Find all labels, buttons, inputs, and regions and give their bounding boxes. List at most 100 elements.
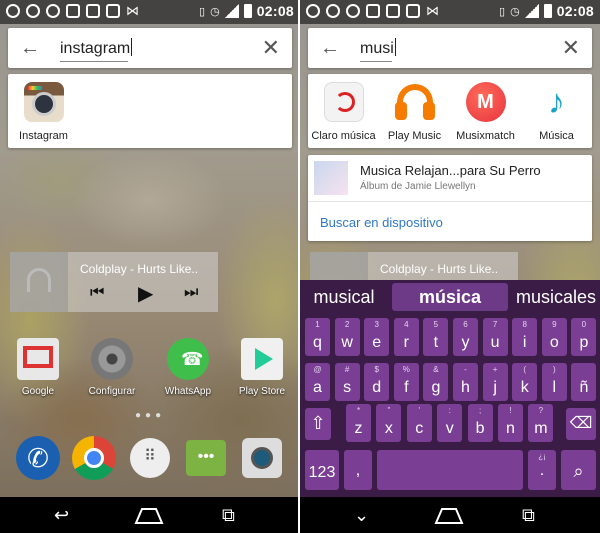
- search-input[interactable]: musi: [360, 38, 396, 58]
- result-app-claro-musica[interactable]: Claro música: [308, 82, 379, 142]
- backspace-key[interactable]: ⌫: [566, 408, 596, 440]
- home-app-whatsapp[interactable]: ☎ WhatsApp: [158, 338, 218, 397]
- search-box[interactable]: ← instagram ✕: [8, 28, 292, 68]
- album-art: [10, 252, 68, 312]
- period-key[interactable]: ¿¡ .: [528, 450, 556, 490]
- sync-icon: [6, 4, 20, 18]
- key-z[interactable]: * z: [346, 404, 371, 442]
- symbols-key[interactable]: 123: [305, 450, 339, 490]
- spacebar-key[interactable]: [377, 450, 523, 490]
- key-x[interactable]: " x: [376, 404, 402, 442]
- album-result[interactable]: Musica Relajan...para Su Perro Álbum de …: [308, 155, 592, 199]
- key-h[interactable]: -h: [453, 363, 478, 401]
- search-box[interactable]: ← musi ✕: [308, 28, 592, 68]
- status-bar: ⋈ ▯ ◷ 02:08: [0, 0, 300, 24]
- key-hint: 2: [344, 320, 350, 329]
- key-q[interactable]: 1q: [305, 318, 330, 356]
- camera-icon[interactable]: [240, 436, 284, 480]
- key-label: f: [404, 379, 409, 396]
- key-y[interactable]: 6y: [453, 318, 478, 356]
- back-arrow-icon[interactable]: ←: [320, 38, 340, 58]
- album-subtitle: Álbum de Jamie Llewellyn: [360, 181, 476, 192]
- key-n[interactable]: ! n: [498, 404, 523, 442]
- play-icon[interactable]: ▶: [138, 281, 153, 306]
- search-input[interactable]: instagram: [60, 38, 133, 58]
- clear-icon[interactable]: ✕: [262, 37, 280, 59]
- key-u[interactable]: 7u: [482, 318, 508, 356]
- previous-track-icon[interactable]: ⏮: [90, 284, 104, 302]
- suggestion-1[interactable]: musical: [300, 283, 388, 311]
- next-track-icon[interactable]: ⏭: [184, 284, 198, 302]
- app-results: Claro música Play Music M Musixmatch ♪ M…: [308, 74, 592, 148]
- home-app-configurar[interactable]: Configurar: [82, 338, 142, 397]
- key-hint: $: [374, 365, 379, 374]
- key-l[interactable]: ) l: [541, 363, 567, 401]
- key-i[interactable]: 8i: [512, 318, 538, 356]
- music-widget[interactable]: Coldplay - Hurts Like..: [310, 252, 518, 280]
- key-p[interactable]: 0p: [571, 318, 597, 356]
- clear-icon[interactable]: ✕: [562, 37, 580, 59]
- result-app-play-music[interactable]: Play Music: [379, 82, 450, 142]
- alarm-icon: ◷: [510, 5, 520, 18]
- album-art: [310, 252, 368, 280]
- home-app-play-store[interactable]: Play Store: [232, 338, 292, 397]
- key-label: a: [313, 379, 322, 396]
- battery-icon: [243, 4, 252, 18]
- result-app-musixmatch[interactable]: M Musixmatch: [450, 82, 521, 142]
- recents-icon[interactable]: ⧉: [222, 505, 235, 526]
- shift-key[interactable]: ⇧: [305, 408, 331, 440]
- bow-icon: ⋈: [426, 3, 439, 18]
- gallery-icon: [66, 4, 80, 18]
- recents-icon[interactable]: ⧉: [522, 505, 535, 526]
- back-icon[interactable]: ↩: [54, 505, 69, 526]
- key-o[interactable]: 9o: [541, 318, 567, 356]
- key-c[interactable]: ' c: [406, 404, 432, 442]
- sync-icon: [326, 4, 340, 18]
- music-widget[interactable]: Coldplay - Hurts Like.. ⏮ ▶ ⏭: [10, 252, 218, 312]
- hide-keyboard-icon[interactable]: ⌄: [354, 505, 369, 526]
- key-s[interactable]: # s: [334, 363, 360, 401]
- chrome-icon[interactable]: [72, 436, 116, 480]
- play-store-icon: [241, 338, 283, 380]
- navigation-bar: ↩ ⧉: [0, 497, 300, 533]
- key-hint: %: [402, 365, 410, 374]
- suggestion-2[interactable]: música: [392, 283, 508, 311]
- status-time: 02:08: [256, 3, 294, 19]
- home-app-google[interactable]: Google: [8, 338, 68, 397]
- key-j[interactable]: + j: [482, 363, 508, 401]
- key-label: k: [520, 379, 529, 396]
- result-app-musica[interactable]: ♪ Música: [521, 82, 592, 142]
- key-g[interactable]: & g: [423, 363, 449, 401]
- key-label: e: [372, 334, 382, 351]
- comma-key[interactable]: ,: [344, 450, 372, 490]
- phone-icon[interactable]: ✆: [16, 436, 60, 480]
- key-label: r: [403, 334, 409, 351]
- key-w[interactable]: 2w: [334, 318, 360, 356]
- suggestion-3[interactable]: musicales: [512, 283, 600, 311]
- key-hint: 3: [374, 320, 379, 329]
- messaging-icon[interactable]: •••: [184, 436, 228, 480]
- key-v[interactable]: :v: [437, 404, 463, 442]
- home-icon[interactable]: [134, 505, 164, 525]
- key-a[interactable]: @ a: [305, 363, 330, 401]
- signal-icon: [524, 4, 539, 18]
- key-d[interactable]: $ d: [364, 363, 390, 401]
- key-e[interactable]: 3e: [364, 318, 390, 356]
- key-b[interactable]: ; b: [467, 404, 493, 442]
- key-r[interactable]: 4r: [393, 318, 419, 356]
- key-f[interactable]: % f: [393, 363, 419, 401]
- key-t[interactable]: 5t: [423, 318, 449, 356]
- search-key[interactable]: ⌕: [561, 450, 596, 490]
- key-label: b: [475, 420, 485, 437]
- result-app-instagram[interactable]: Instagram: [8, 82, 79, 142]
- home-icon[interactable]: [434, 505, 464, 525]
- key-label: y: [461, 334, 470, 351]
- key-hint: ): [552, 365, 556, 374]
- apps-drawer-icon[interactable]: ⠿: [128, 436, 172, 480]
- device-search-link[interactable]: Buscar en dispositivo: [320, 215, 443, 230]
- gmail-icon: [17, 338, 59, 380]
- key-ñ[interactable]: ñ: [571, 363, 597, 401]
- back-arrow-icon[interactable]: ←: [20, 38, 40, 58]
- key-m[interactable]: ? m: [528, 404, 554, 442]
- key-k[interactable]: (k: [512, 363, 538, 401]
